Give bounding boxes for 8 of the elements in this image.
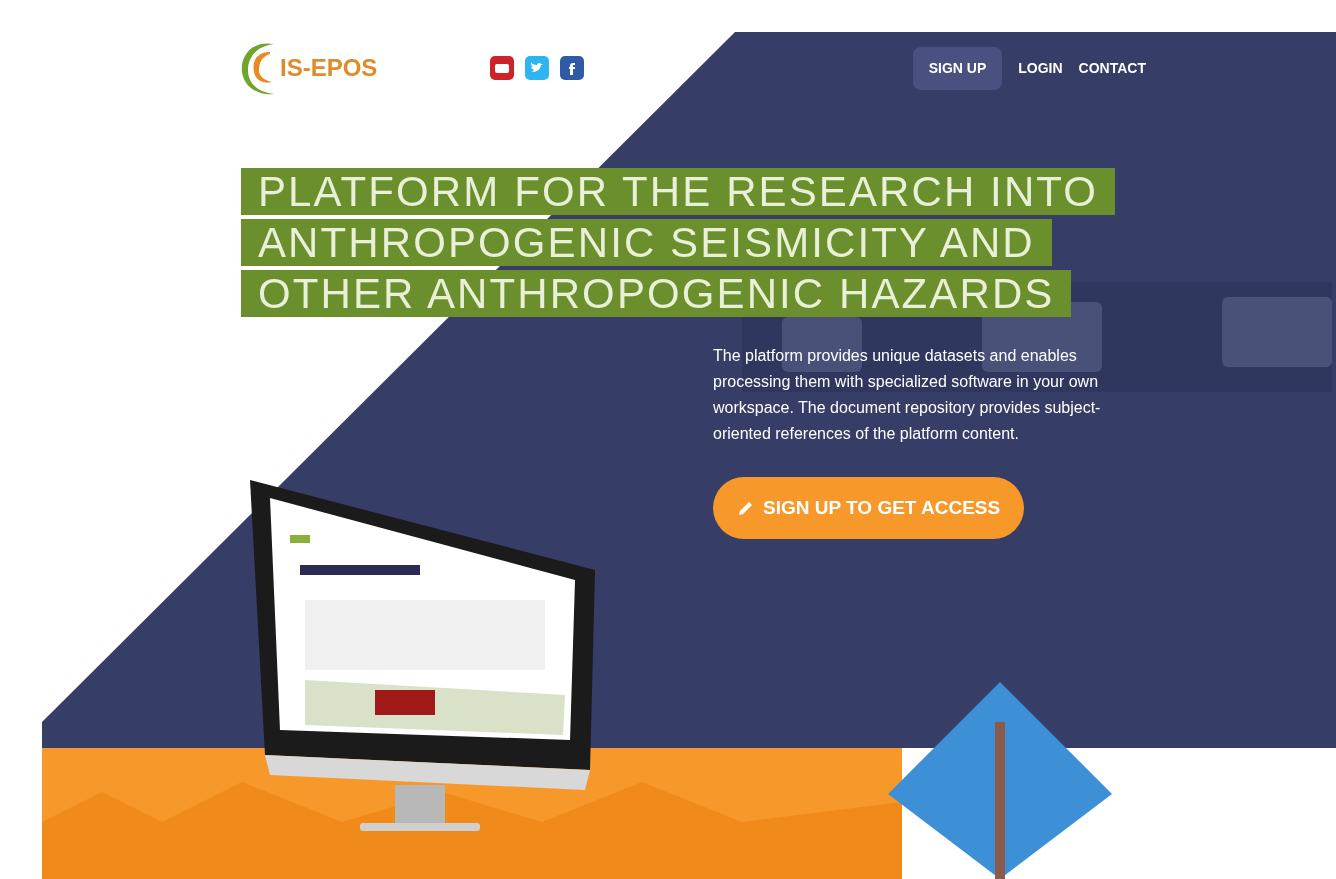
hero-description: The platform provides unique datasets and enables processing them with specialized software in your own workspace. The document repository provides subject-oriented references of the platform content. bbox=[713, 346, 1102, 444]
nav-link[interactable]: CONTACT bbox=[1078, 57, 1146, 79]
logo-text: IS-EPOS bbox=[280, 53, 378, 83]
sign-up-button[interactable]: SIGN UP bbox=[912, 46, 1003, 90]
pencil-icon bbox=[737, 499, 755, 517]
facebook-icon[interactable] bbox=[560, 56, 584, 80]
nav-link[interactable]: LOGIN bbox=[1018, 57, 1063, 79]
youtube-icon[interactable] bbox=[490, 56, 514, 80]
